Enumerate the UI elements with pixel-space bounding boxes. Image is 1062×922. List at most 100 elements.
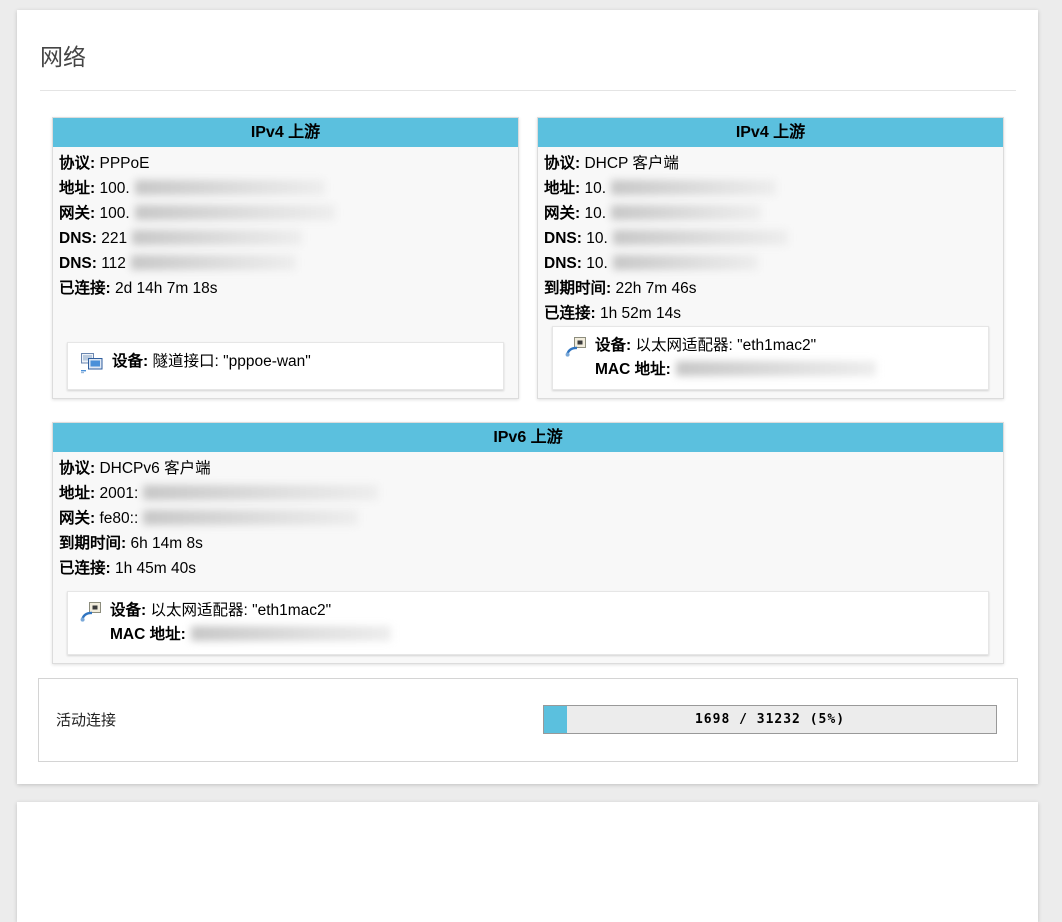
next-section-panel — [17, 802, 1038, 922]
ethernet-icon — [80, 601, 102, 631]
info-row-connected: 已连接: 2d 14h 7m 18s — [59, 276, 512, 301]
card-body: 协议: PPPoE 地址: 100. 网关: 100. DNS: 221 DNS… — [53, 147, 518, 398]
field-label: 地址: — [59, 180, 95, 197]
redacted-value — [131, 255, 296, 270]
field-label: 协议: — [544, 155, 580, 172]
field-value: 1h 45m 40s — [111, 560, 196, 577]
info-row-gateway: 网关: 100. — [59, 201, 512, 226]
device-label: 设备: — [110, 602, 146, 619]
field-label: 到期时间: — [59, 535, 126, 552]
redacted-value — [143, 485, 378, 500]
info-row-dns2: DNS: 10. — [544, 251, 997, 276]
field-label: DNS: — [544, 255, 582, 272]
device-box: 设备: 以太网适配器: "eth1mac2" MAC 地址: — [67, 591, 989, 655]
info-row-gateway: 网关: fe80:: — [59, 506, 997, 531]
field-value: 10. — [582, 255, 608, 272]
info-row-protocol: 协议: PPPoE — [59, 151, 512, 176]
redacted-value — [132, 230, 302, 245]
upstream-cards-row: IPv4 上游 协议: PPPoE 地址: 100. 网关: 100. DNS:… — [52, 117, 1004, 399]
field-value: 6h 14m 8s — [126, 535, 203, 552]
device-value: 以太网适配器: "eth1mac2" — [631, 337, 816, 354]
device-value: 隧道接口: "pppoe-wan" — [148, 353, 311, 370]
redacted-value — [135, 180, 325, 195]
field-value: 10. — [580, 205, 606, 222]
field-label: 协议: — [59, 155, 95, 172]
field-label: 网关: — [59, 510, 95, 527]
active-connections-progressbar: 1698 / 31232 (5%) — [543, 705, 997, 734]
progressbar-text: 1698 / 31232 (5%) — [544, 706, 996, 733]
info-row-dns1: DNS: 221 — [59, 226, 512, 251]
info-row-expires: 到期时间: 22h 7m 46s — [544, 276, 997, 301]
field-label: DNS: — [59, 255, 97, 272]
redacted-mac — [191, 626, 391, 641]
card-body: 协议: DHCP 客户端 地址: 10. 网关: 10. DNS: 10. DN… — [538, 147, 1003, 398]
field-label: 已连接: — [59, 280, 111, 297]
field-label: DNS: — [59, 230, 97, 247]
redacted-value — [611, 205, 761, 220]
device-value: 以太网适配器: "eth1mac2" — [146, 602, 331, 619]
field-value: 1h 52m 14s — [596, 305, 681, 322]
device-text: 设备: 以太网适配器: "eth1mac2" MAC 地址: — [110, 599, 391, 647]
info-row-expires: 到期时间: 6h 14m 8s — [59, 531, 997, 556]
field-value: PPPoE — [95, 155, 149, 172]
field-label: 地址: — [59, 485, 95, 502]
divider — [40, 90, 1016, 91]
redacted-value — [611, 180, 776, 195]
info-row-dns2: DNS: 112 — [59, 251, 512, 276]
field-label: 协议: — [59, 460, 95, 477]
card-title: IPv6 上游 — [53, 423, 1003, 452]
ipv6-upstream-card: IPv6 上游 协议: DHCPv6 客户端 地址: 2001: 网关: fe8… — [52, 422, 1004, 664]
field-label: 网关: — [59, 205, 95, 222]
ipv4-upstream-card-dhcp: IPv4 上游 协议: DHCP 客户端 地址: 10. 网关: 10. DNS… — [537, 117, 1004, 399]
info-row-dns1: DNS: 10. — [544, 226, 997, 251]
info-row-connected: 已连接: 1h 52m 14s — [544, 301, 997, 326]
info-row-address: 地址: 2001: — [59, 481, 997, 506]
device-label: 设备: — [595, 337, 631, 354]
field-value: 112 — [97, 255, 126, 272]
field-value: DHCPv6 客户端 — [95, 460, 210, 477]
ipv4-upstream-card-pppoe: IPv4 上游 协议: PPPoE 地址: 100. 网关: 100. DNS:… — [52, 117, 519, 399]
redacted-value — [613, 230, 788, 245]
tunnel-icon — [80, 352, 104, 382]
mac-label: MAC 地址: — [110, 626, 186, 643]
field-label: 到期时间: — [544, 280, 611, 297]
device-text: 设备: 隧道接口: "pppoe-wan" — [112, 350, 311, 374]
field-label: 已连接: — [544, 305, 596, 322]
field-label: 已连接: — [59, 560, 111, 577]
card-title: IPv4 上游 — [53, 118, 518, 147]
device-box: 设备: 以太网适配器: "eth1mac2" MAC 地址: — [552, 326, 989, 390]
field-value: fe80:: — [95, 510, 138, 527]
network-status-panel: 网络 IPv4 上游 协议: PPPoE 地址: 100. 网关: 100. D… — [17, 10, 1038, 784]
field-value: 2d 14h 7m 18s — [111, 280, 218, 297]
device-text: 设备: 以太网适配器: "eth1mac2" MAC 地址: — [595, 334, 876, 382]
redacted-value — [135, 205, 335, 220]
field-value: 221 — [97, 230, 127, 247]
field-value: 10. — [582, 230, 608, 247]
field-value: 10. — [580, 180, 606, 197]
field-label: 地址: — [544, 180, 580, 197]
info-row-connected: 已连接: 1h 45m 40s — [59, 556, 997, 581]
info-row-address: 地址: 100. — [59, 176, 512, 201]
device-label: 设备: — [112, 353, 148, 370]
active-connections-label: 活动连接 — [56, 709, 543, 730]
field-value: 2001: — [95, 485, 138, 502]
device-box: 设备: 隧道接口: "pppoe-wan" — [67, 342, 504, 390]
info-row-protocol: 协议: DHCPv6 客户端 — [59, 456, 997, 481]
field-label: DNS: — [544, 230, 582, 247]
active-connections-section: 活动连接 1698 / 31232 (5%) — [38, 678, 1018, 762]
redacted-mac — [676, 361, 876, 376]
redacted-value — [143, 510, 358, 525]
info-row-address: 地址: 10. — [544, 176, 997, 201]
card-body: 协议: DHCPv6 客户端 地址: 2001: 网关: fe80:: 到期时间… — [53, 452, 1003, 663]
redacted-value — [613, 255, 758, 270]
page-title: 网络 — [40, 44, 1018, 72]
mac-label: MAC 地址: — [595, 361, 671, 378]
ethernet-icon — [565, 336, 587, 366]
field-value: 100. — [95, 205, 129, 222]
info-row-gateway: 网关: 10. — [544, 201, 997, 226]
field-value: DHCP 客户端 — [580, 155, 679, 172]
field-label: 网关: — [544, 205, 580, 222]
field-value: 100. — [95, 180, 129, 197]
field-value: 22h 7m 46s — [611, 280, 696, 297]
card-title: IPv4 上游 — [538, 118, 1003, 147]
